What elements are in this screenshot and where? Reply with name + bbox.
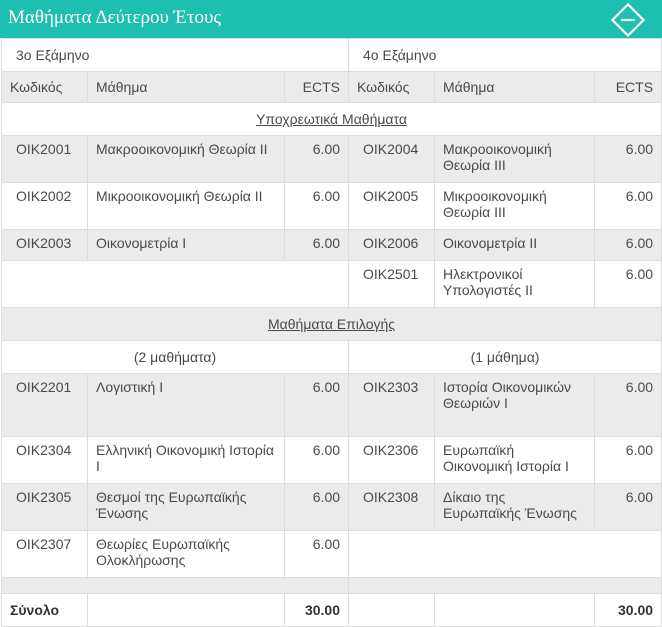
course-name: Μακροοικονομική Θεωρία ΙΙΙ (434, 135, 596, 183)
course-code: ΟΙΚ2305 (1, 483, 88, 531)
total-row: Σύνολο 30.00 30.00 (1, 593, 662, 627)
course-ects: 6.00 (594, 182, 662, 230)
page-header: Μαθήματα Δεύτερου Έτους (0, 0, 662, 38)
course-ects: 6.00 (283, 530, 350, 578)
course-code: ΟΙΚ2201 (1, 373, 88, 437)
section-title-electives: Μαθήματα Επιλογής (268, 316, 396, 332)
course-name: Δίκαιο της Ευρωπαϊκής Ένωσης (434, 483, 596, 531)
section-row: Μαθήματα Επιλογής (0, 307, 662, 341)
table-row: ΟΙΚ2501 Ηλεκτρονικοί Υπολογιστές ΙΙ 6.00 (0, 260, 662, 308)
total-label: Σύνολο (1, 593, 88, 627)
course-ects: 6.00 (594, 436, 662, 484)
semester-left-label: 3ο Εξάμηνο (0, 38, 350, 72)
course-name: Ηλεκτρονικοί Υπολογιστές ΙΙ (434, 260, 596, 308)
course-name: Θεωρίες Ευρωπαϊκής Ολοκλήρωσης (87, 530, 285, 578)
course-name: Ιστορία Οικονομικών Θεωριών Ι (434, 373, 596, 437)
course-code: ΟΙΚ2308 (348, 483, 436, 531)
table-row: ΟΙΚ2304 Ελληνική Οικονομική Ιστορία Ι 6.… (1, 436, 662, 484)
course-code: ΟΙΚ2304 (1, 436, 88, 484)
course-name: Ευρωπαϊκή Οικονομική Ιστορία Ι (434, 436, 596, 484)
course-name: Θεσμοί της Ευρωπαϊκής Ένωσης (87, 483, 285, 531)
course-ects: 6.00 (283, 135, 350, 183)
course-name: Ελληνική Οικονομική Ιστορία Ι (87, 436, 285, 484)
course-code: ΟΙΚ2002 (1, 182, 88, 230)
course-code: ΟΙΚ2006 (348, 229, 436, 261)
table-row: ΟΙΚ2201 Λογιστική Ι 6.00 ΟΙΚ2303 Ιστορία… (1, 373, 662, 437)
empty-cell (348, 530, 662, 578)
table-row: ΟΙΚ2002 Μικροοικονομική Θεωρία ΙΙ 6.00 Ο… (1, 182, 662, 230)
page-title: Μαθήματα Δεύτερου Έτους (8, 7, 221, 28)
course-ects: 6.00 (594, 229, 662, 261)
course-ects: 6.00 (594, 373, 662, 437)
table-row: ΟΙΚ2001 Μακροοικονομική Θεωρία ΙΙ 6.00 Ο… (1, 135, 662, 183)
empty-cell (0, 260, 350, 308)
elective-count-left: (2 μαθήματα) (0, 340, 350, 374)
course-name: Λογιστική Ι (87, 373, 285, 437)
course-ects: 6.00 (594, 483, 662, 531)
course-ects: 6.00 (283, 229, 350, 261)
course-code: ΟΙΚ2003 (1, 229, 88, 261)
column-header-ects: ECTS (283, 71, 350, 103)
collapse-toggle-button[interactable] (610, 2, 646, 38)
course-code: ΟΙΚ2307 (1, 530, 88, 578)
table-row: ΟΙΚ2305 Θεσμοί της Ευρωπαϊκής Ένωσης 6.0… (1, 483, 662, 531)
column-header-row: Κωδικός Μάθημα ECTS Κωδικός Μάθημα ECTS (1, 71, 662, 103)
total-ects-right: 30.00 (594, 593, 662, 627)
column-header-course: Μάθημα (434, 71, 596, 103)
course-name: Μικροοικονομική Θεωρία ΙΙΙ (434, 182, 596, 230)
elective-count-row: (2 μαθήματα) (1 μάθημα) (0, 340, 662, 374)
semester-right-label: 4ο Εξάμηνο (348, 38, 662, 72)
column-header-course: Μάθημα (87, 71, 285, 103)
section-row: Υποχρεωτικά Μαθήματα (0, 102, 662, 136)
course-ects: 6.00 (283, 373, 350, 437)
total-ects-left: 30.00 (283, 593, 350, 627)
column-header-code: Κωδικός (348, 71, 436, 103)
course-code: ΟΙΚ2501 (348, 260, 436, 308)
column-header-code: Κωδικός (1, 71, 88, 103)
course-name: Μακροοικονομική Θεωρία ΙΙ (87, 135, 285, 183)
semester-row: 3ο Εξάμηνο 4ο Εξάμηνο (0, 38, 662, 72)
course-code: ΟΙΚ2004 (348, 135, 436, 183)
course-code: ΟΙΚ2001 (1, 135, 88, 183)
course-name: Μικροοικονομική Θεωρία ΙΙ (87, 182, 285, 230)
collapse-minus-diamond-icon (610, 2, 646, 38)
course-code: ΟΙΚ2306 (348, 436, 436, 484)
course-ects: 6.00 (594, 260, 662, 308)
table-row: ΟΙΚ2307 Θεωρίες Ευρωπαϊκής Ολοκλήρωσης 6… (1, 530, 662, 578)
course-name: Οικονομετρία ΙΙ (434, 229, 596, 261)
column-header-ects: ECTS (594, 71, 662, 103)
course-code: ΟΙΚ2005 (348, 182, 436, 230)
course-ects: 6.00 (594, 135, 662, 183)
course-ects: 6.00 (283, 182, 350, 230)
section-title-compulsory: Υποχρεωτικά Μαθήματα (256, 111, 407, 127)
elective-count-right: (1 μάθημα) (348, 340, 662, 374)
table-row: ΟΙΚ2003 Οικονομετρία Ι 6.00 ΟΙΚ2006 Οικο… (1, 229, 662, 261)
course-code: ΟΙΚ2303 (348, 373, 436, 437)
spacer-row (0, 577, 662, 594)
course-ects: 6.00 (283, 436, 350, 484)
courses-table: 3ο Εξάμηνο 4ο Εξάμηνο Κωδικός Μάθημα ECT… (0, 38, 662, 627)
course-name: Οικονομετρία Ι (87, 229, 285, 261)
course-ects: 6.00 (283, 483, 350, 531)
